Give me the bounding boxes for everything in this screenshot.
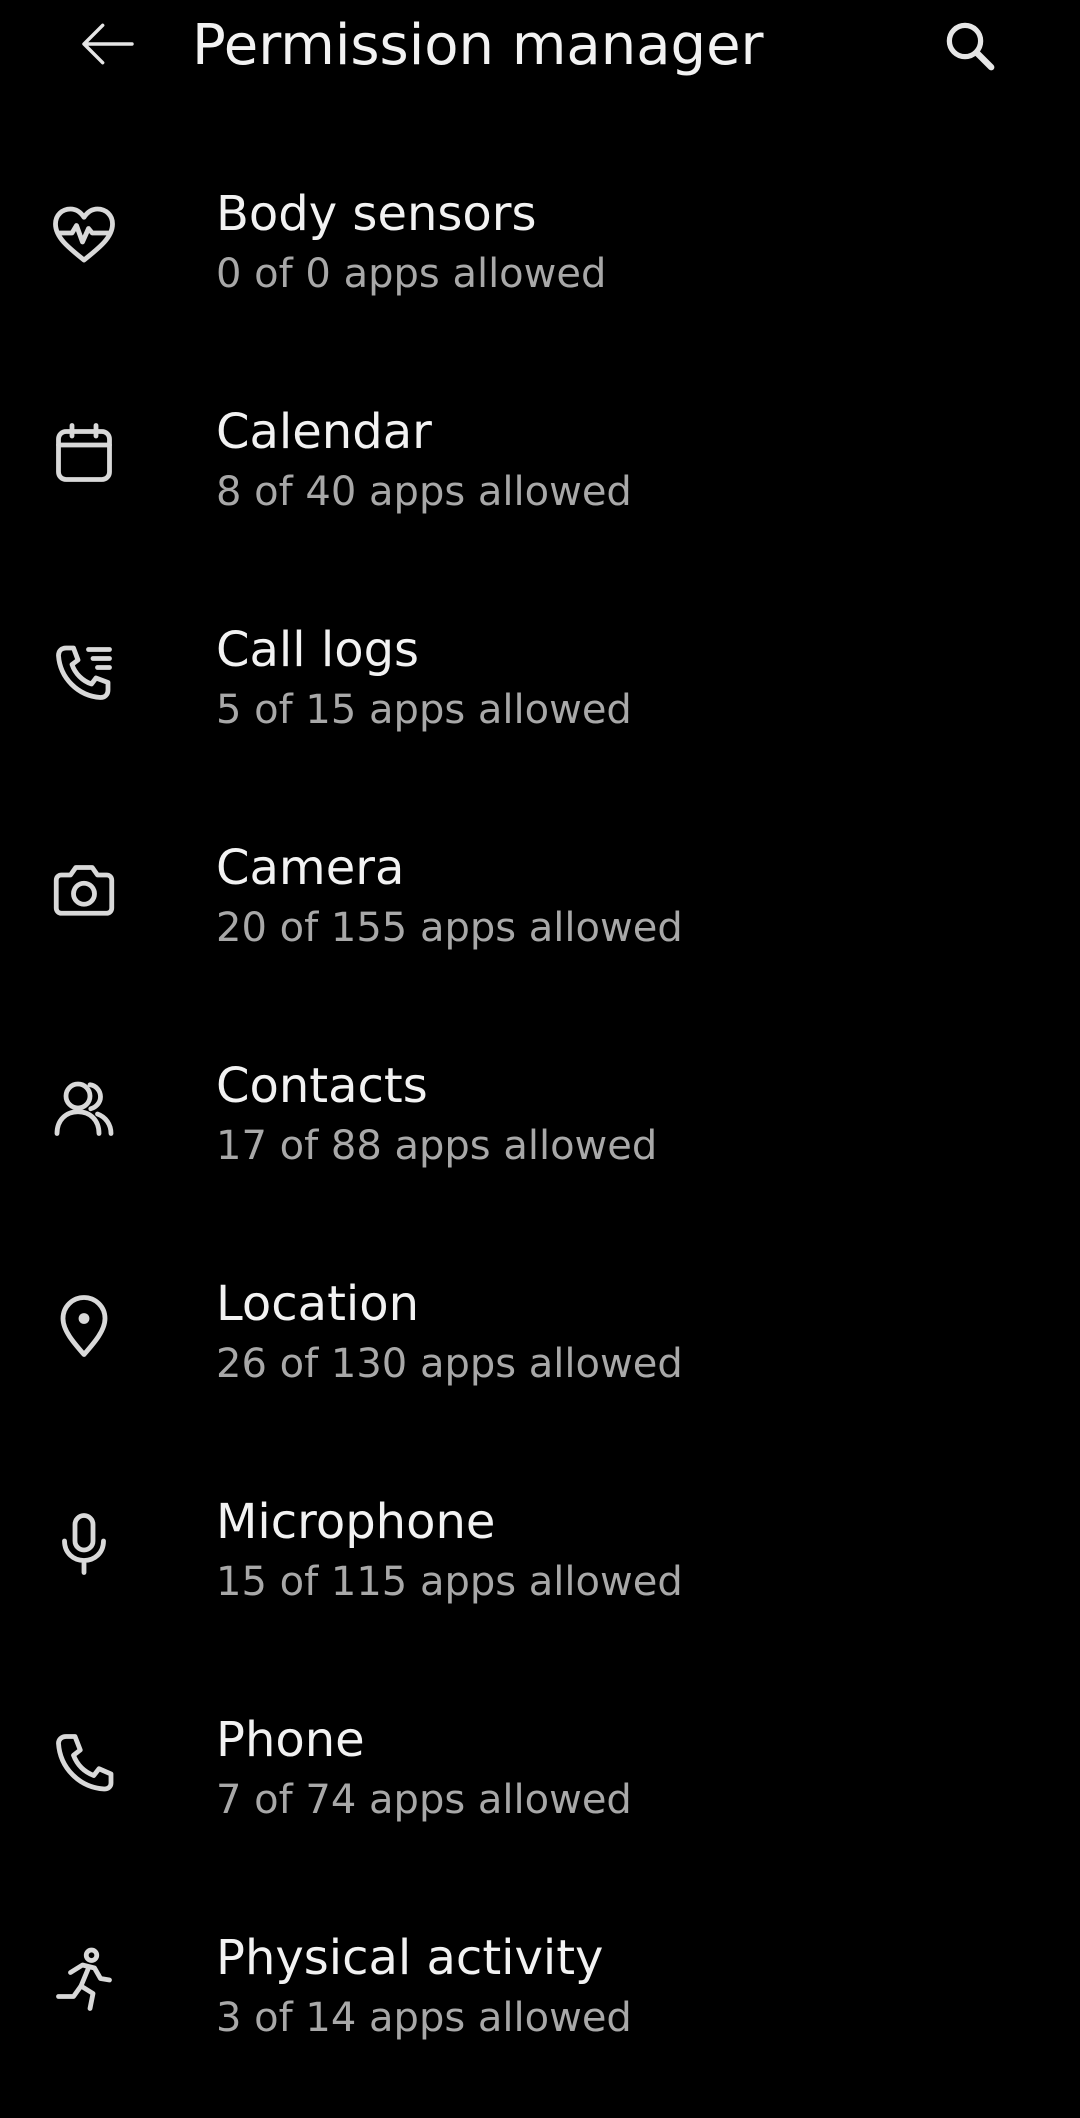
call-log-icon xyxy=(44,632,124,712)
permission-name: Phone xyxy=(216,1712,365,1768)
permission-item-microphone[interactable]: Microphone 15 of 115 apps allowed xyxy=(0,1464,1080,1682)
camera-icon xyxy=(44,850,124,930)
permission-summary: 8 of 40 apps allowed xyxy=(216,469,632,515)
permission-item-calendar[interactable]: Calendar 8 of 40 apps allowed xyxy=(0,374,1080,592)
running-person-icon xyxy=(44,1940,124,2020)
permission-item-contacts[interactable]: Contacts 17 of 88 apps allowed xyxy=(0,1028,1080,1246)
permission-name: Microphone xyxy=(216,1494,496,1550)
permission-summary: 26 of 130 apps allowed xyxy=(216,1341,683,1387)
permission-item-location[interactable]: Location 26 of 130 apps allowed xyxy=(0,1246,1080,1464)
permission-summary: 3 of 14 apps allowed xyxy=(216,1995,632,2041)
permission-item-camera[interactable]: Camera 20 of 155 apps allowed xyxy=(0,810,1080,1028)
arrow-back-icon xyxy=(82,23,134,65)
permission-item-body-sensors[interactable]: Body sensors 0 of 0 apps allowed xyxy=(0,156,1080,374)
permission-name: Body sensors xyxy=(216,186,537,242)
permission-item-physical-activity[interactable]: Physical activity 3 of 14 apps allowed xyxy=(0,1900,1080,2118)
permission-item-phone[interactable]: Phone 7 of 74 apps allowed xyxy=(0,1682,1080,1900)
search-icon xyxy=(946,22,995,71)
permission-item-call-logs[interactable]: Call logs 5 of 15 apps allowed xyxy=(0,592,1080,810)
permission-summary: 15 of 115 apps allowed xyxy=(216,1559,683,1605)
phone-icon xyxy=(44,1722,124,1802)
page-title: Permission manager xyxy=(192,13,764,78)
permission-name: Call logs xyxy=(216,622,420,678)
permission-summary: 5 of 15 apps allowed xyxy=(216,687,632,733)
permission-summary: 0 of 0 apps allowed xyxy=(216,251,607,297)
permission-name: Physical activity xyxy=(216,1930,604,1986)
permission-name: Location xyxy=(216,1276,420,1332)
microphone-icon xyxy=(44,1504,124,1584)
contacts-icon xyxy=(44,1068,124,1148)
permission-summary: 17 of 88 apps allowed xyxy=(216,1123,658,1169)
permission-summary: 20 of 155 apps allowed xyxy=(216,905,683,951)
permission-name: Contacts xyxy=(216,1058,428,1114)
app-bar: Permission manager xyxy=(0,0,1080,92)
permission-name: Camera xyxy=(216,840,405,896)
permission-name: Calendar xyxy=(216,404,432,460)
permission-list: Body sensors 0 of 0 apps allowed Calenda… xyxy=(0,156,1080,2118)
location-pin-icon xyxy=(44,1286,124,1366)
heart-pulse-icon xyxy=(44,196,124,276)
back-button[interactable] xyxy=(68,8,148,80)
calendar-icon xyxy=(44,414,124,494)
permission-summary: 7 of 74 apps allowed xyxy=(216,1777,632,1823)
search-button[interactable] xyxy=(930,6,1010,86)
